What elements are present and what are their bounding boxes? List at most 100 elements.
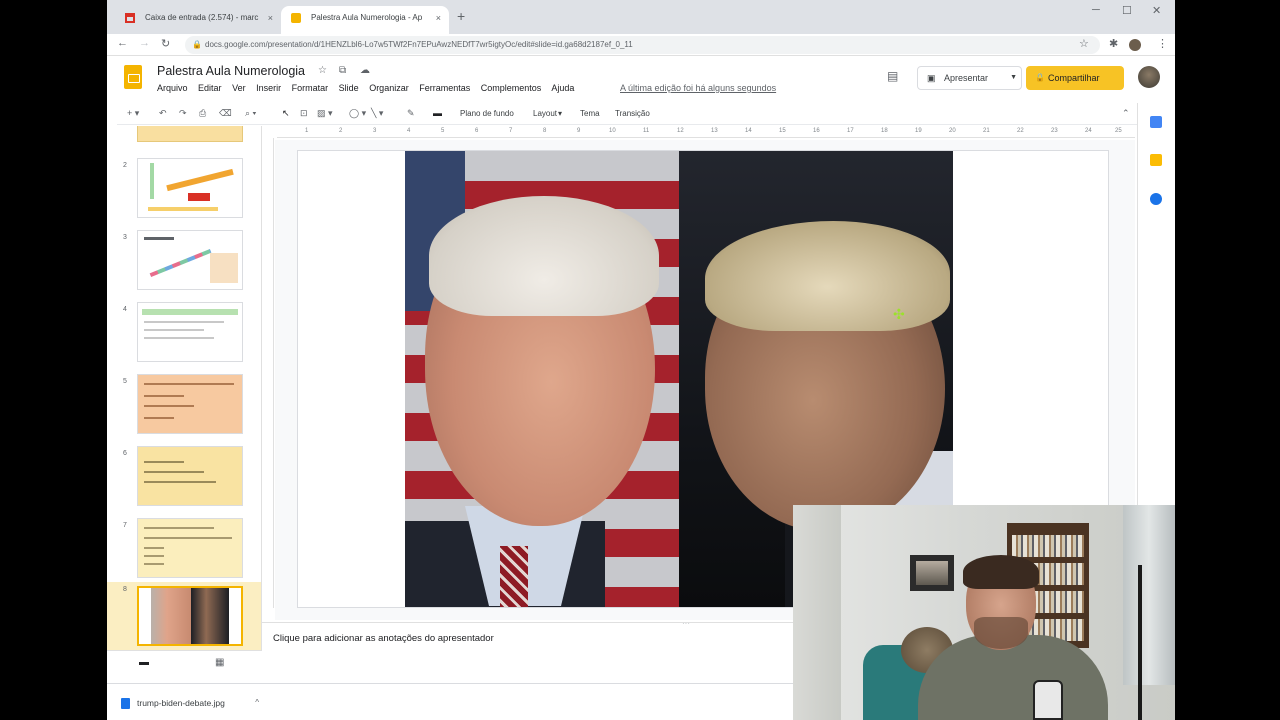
slide-thumbnail[interactable] xyxy=(137,374,243,434)
paint-format-icon[interactable]: ⌫ xyxy=(219,108,232,119)
keyboard-icon[interactable]: ▬ xyxy=(433,108,442,118)
notes-placeholder[interactable]: Clique para adicionar as anotações do ap… xyxy=(273,633,494,644)
tab-label: Caixa de entrada (2.574) - marc xyxy=(145,13,259,22)
slide-row[interactable]: 3 xyxy=(107,230,261,296)
document-title[interactable]: Palestra Aula Numerologia xyxy=(157,64,305,78)
download-item[interactable]: trump-biden-debate.jpg ^ xyxy=(117,692,267,714)
file-icon xyxy=(121,698,130,709)
layout-button[interactable]: Layout xyxy=(533,109,557,118)
background-button[interactable]: Plano de fundo xyxy=(460,109,514,118)
account-avatar[interactable] xyxy=(1138,66,1160,88)
slide-thumb-partial[interactable] xyxy=(107,126,261,148)
menu-formatar[interactable]: Formatar xyxy=(292,83,329,93)
tab-gmail[interactable]: Caixa de entrada (2.574) - marc × xyxy=(115,6,281,34)
slide-thumbnail[interactable] xyxy=(137,158,243,218)
maximize-icon[interactable]: ☐ xyxy=(1122,4,1132,17)
image-icon[interactable]: ▨ ▾ xyxy=(317,108,333,119)
slide-thumbnail[interactable] xyxy=(137,586,243,646)
calendar-icon[interactable] xyxy=(1150,116,1162,128)
tab-slides[interactable]: Palestra Aula Numerologia - Ap × xyxy=(281,6,449,34)
chevron-up-icon[interactable]: ^ xyxy=(255,692,259,714)
menu-organizar[interactable]: Organizar xyxy=(369,83,409,93)
lock-icon: 🔒 xyxy=(192,40,202,49)
menu-arquivo[interactable]: Arquivo xyxy=(157,83,188,93)
ruler-tick: 19 xyxy=(915,128,922,134)
ruler-tick: 3 xyxy=(373,128,377,134)
new-slide-icon[interactable]: + ▾ xyxy=(127,108,139,119)
slide-number: 4 xyxy=(123,306,127,313)
extensions-icon[interactable]: ✱ xyxy=(1109,37,1118,50)
ruler-tick: 17 xyxy=(847,128,854,134)
collapse-toolbar-icon[interactable]: ⌃ xyxy=(1122,108,1130,119)
last-edit-link[interactable]: A última edição foi há alguns segundos xyxy=(620,83,776,93)
slide-row-selected[interactable]: 8 xyxy=(107,582,261,650)
zoom-icon[interactable]: ⌕ ▾ xyxy=(245,108,256,119)
ruler-tick: 6 xyxy=(475,128,479,134)
slide-thumbnail[interactable] xyxy=(137,126,243,142)
grid-view-icon[interactable]: ▬ xyxy=(139,657,149,668)
star-icon[interactable]: ☆ xyxy=(318,65,327,76)
ruler-tick: 5 xyxy=(441,128,445,134)
list-view-icon[interactable]: ▦ xyxy=(215,657,224,668)
chevron-down-icon[interactable]: ▼ xyxy=(1010,67,1017,89)
close-icon[interactable]: × xyxy=(268,6,273,30)
comment-history-icon[interactable]: ▤ xyxy=(887,69,898,83)
filmstrip-footer: ▬ ▦ xyxy=(107,650,262,682)
line-icon[interactable]: ╲ ▾ xyxy=(371,108,383,119)
slide-row[interactable]: 7 xyxy=(107,518,261,584)
bookmark-star-icon[interactable]: ☆ xyxy=(1079,37,1089,50)
reload-icon[interactable]: ↻ xyxy=(161,37,170,50)
slide-row[interactable]: 2 xyxy=(107,158,261,224)
slide-thumbnail[interactable] xyxy=(137,518,243,578)
undo-icon[interactable]: ↶ xyxy=(159,108,167,119)
back-icon[interactable]: ← xyxy=(117,37,128,49)
layout-dropdown-icon[interactable]: ▾ xyxy=(558,109,562,118)
menu-dots-icon[interactable]: ⋮ xyxy=(1157,37,1168,50)
notes-resize-handle[interactable]: ··· xyxy=(682,619,690,628)
horizontal-ruler: 1 2 3 4 5 6 7 8 9 10 11 12 13 14 15 16 1… xyxy=(277,126,1135,138)
text-box-icon[interactable]: ⊡ xyxy=(300,108,308,119)
menu-ver[interactable]: Ver xyxy=(232,83,246,93)
move-folder-icon[interactable]: ⧉ xyxy=(339,65,346,76)
menu-editar[interactable]: Editar xyxy=(198,83,222,93)
slide-thumbnail[interactable] xyxy=(137,230,243,290)
address-bar[interactable]: 🔒 docs.google.com/presentation/d/1HENZLb… xyxy=(185,36,1100,54)
keep-icon[interactable] xyxy=(1150,154,1162,166)
redo-icon[interactable]: ↷ xyxy=(179,108,187,119)
tasks-icon[interactable] xyxy=(1150,193,1162,205)
ruler-tick: 25 xyxy=(1115,128,1122,134)
shape-icon[interactable]: ◯ ▾ xyxy=(349,108,366,119)
menu-complementos[interactable]: Complementos xyxy=(481,83,542,93)
menu-ferramentas[interactable]: Ferramentas xyxy=(419,83,470,93)
menu-ajuda[interactable]: Ajuda xyxy=(551,83,574,93)
select-cursor-icon[interactable]: ↖ xyxy=(282,108,290,119)
ruler-tick: 1 xyxy=(305,128,309,134)
new-tab-button[interactable]: + xyxy=(457,8,465,24)
theme-button[interactable]: Tema xyxy=(580,109,600,118)
slide-row[interactable]: 4 xyxy=(107,302,261,368)
minimize-icon[interactable]: ─ xyxy=(1092,4,1100,16)
menu-inserir[interactable]: Inserir xyxy=(256,83,281,93)
close-icon[interactable]: × xyxy=(436,6,441,30)
ruler-tick: 9 xyxy=(577,128,581,134)
slide-thumbnail[interactable] xyxy=(137,302,243,362)
url-text: docs.google.com/presentation/d/1HENZLbl6… xyxy=(205,40,633,49)
forward-icon[interactable]: → xyxy=(139,37,150,49)
slide-thumbnail[interactable] xyxy=(137,446,243,506)
ruler-tick: 10 xyxy=(609,128,616,134)
slide-filmstrip: 2 3 4 5 6 7 8 xyxy=(107,126,262,650)
share-button[interactable]: 🔒 Compartilhar xyxy=(1026,66,1124,90)
transition-button[interactable]: Transição xyxy=(615,109,650,118)
comment-add-icon[interactable]: ✎ xyxy=(407,108,415,119)
close-window-icon[interactable]: ✕ xyxy=(1152,4,1161,17)
profile-avatar[interactable] xyxy=(1129,39,1141,51)
slide-row[interactable]: 5 xyxy=(107,374,261,440)
download-filename: trump-biden-debate.jpg xyxy=(137,698,225,708)
slide-row[interactable]: 6 xyxy=(107,446,261,512)
present-button[interactable]: ▣ Apresentar ▼ xyxy=(917,66,1022,90)
menu-slide[interactable]: Slide xyxy=(339,83,359,93)
ruler-tick: 21 xyxy=(983,128,990,134)
print-icon[interactable]: ⎙ xyxy=(199,108,206,119)
slides-logo-icon[interactable] xyxy=(124,65,142,89)
tab-strip: Caixa de entrada (2.574) - marc × Palest… xyxy=(107,0,1175,34)
